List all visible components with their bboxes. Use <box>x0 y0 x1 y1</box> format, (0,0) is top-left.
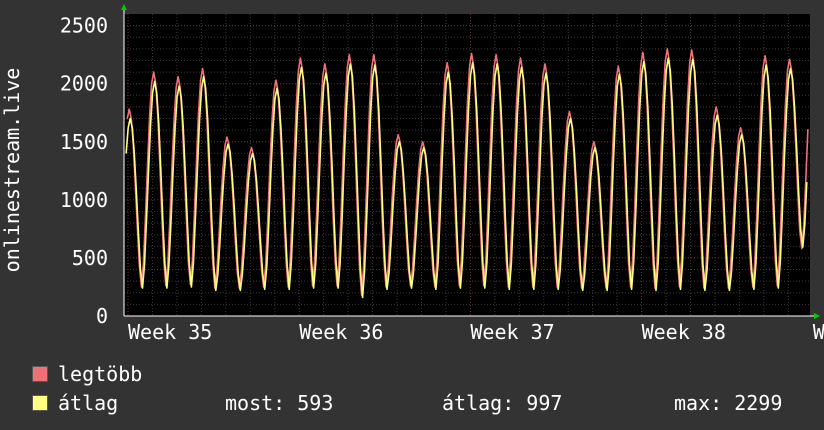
stat-now: most: 593 <box>225 391 334 415</box>
x-tick-label: Week 36 <box>299 320 383 344</box>
y-tick-label: 0 <box>96 304 108 328</box>
y-tick-label: 500 <box>72 246 108 270</box>
y-tick-label: 1000 <box>60 188 108 212</box>
x-tick-label: Week 38 <box>642 320 726 344</box>
y-tick-label: 2500 <box>60 14 108 38</box>
chart-root: 0 500 1000 1500 2000 2500 Week 35 Week 36 Week 3… <box>0 0 824 430</box>
y-axis-arrow <box>121 4 127 10</box>
stat-average: átlag: 997 <box>442 391 563 415</box>
legend-max-label: legtöbb <box>58 362 143 386</box>
y-axis-label: onlinestream.live <box>0 68 24 273</box>
x-tick-label: Week 35 <box>128 320 212 344</box>
traffic-chart: 0 500 1000 1500 2000 2500 Week 35 Week 36 Week 3… <box>0 4 824 344</box>
legend-avg-label: átlag <box>58 391 119 415</box>
x-axis-arrow <box>814 313 820 319</box>
x-tick-label: Week 37 <box>470 320 554 344</box>
x-tick-label: Week 3 <box>813 320 824 344</box>
legend-avg: átlag most: 593 átlag: 997 max: 2299 <box>32 392 812 414</box>
legend-avg-swatch <box>32 395 48 411</box>
y-tick-label: 2000 <box>60 72 108 96</box>
y-tick-label: 1500 <box>60 130 108 154</box>
stat-max: max: 2299 <box>674 391 783 415</box>
legend-max-swatch <box>32 366 48 382</box>
